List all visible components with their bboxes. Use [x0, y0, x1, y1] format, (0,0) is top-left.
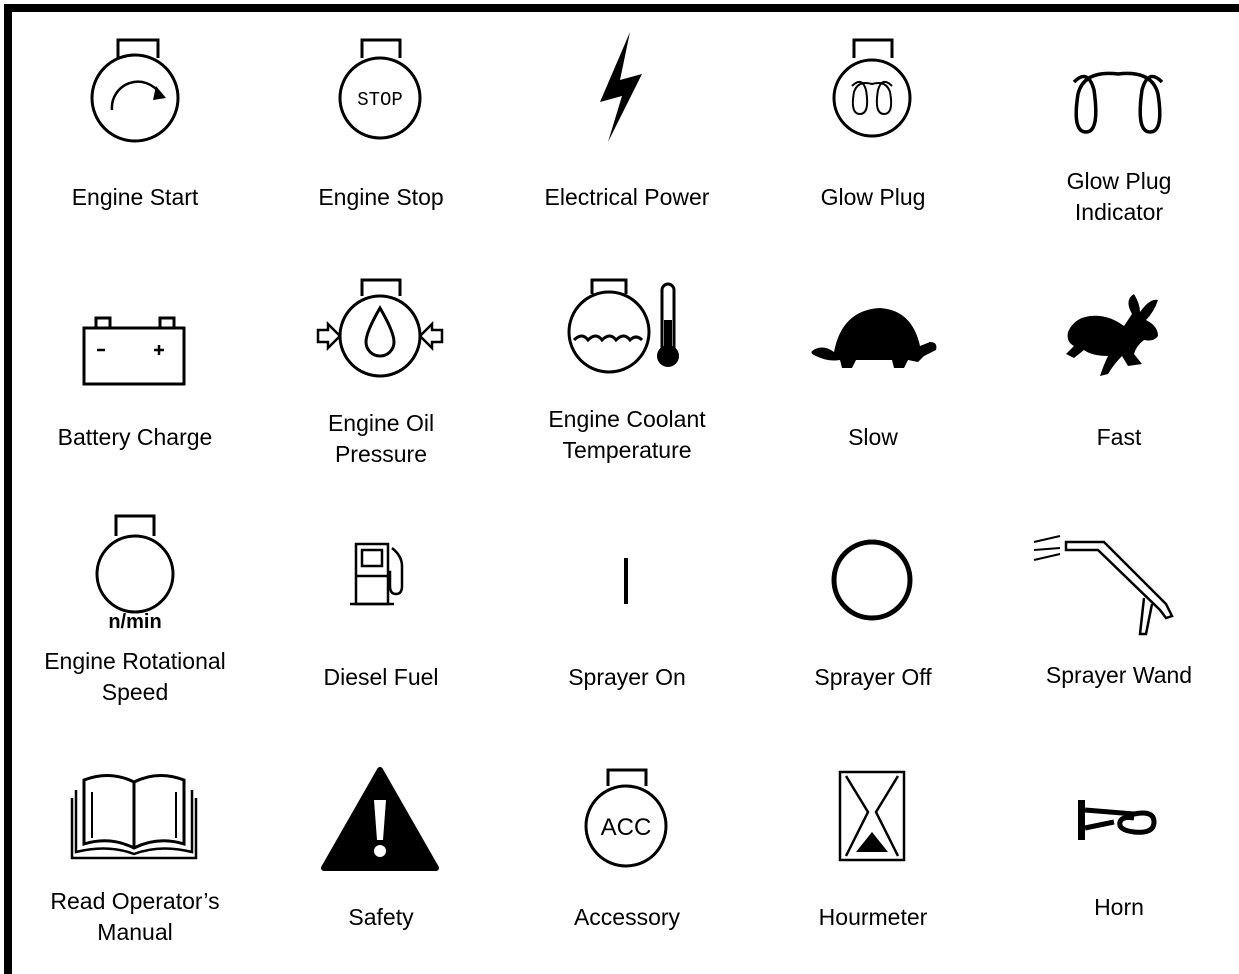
oil-pressure-icon [266, 270, 496, 410]
symbol-fast: Fast [1004, 270, 1234, 500]
accessory-icon-text: ACC [601, 814, 652, 841]
symbol-battery-charge: Battery Charge [20, 270, 250, 500]
symbol-accessory: ACC Accessory [512, 740, 742, 970]
symbol-sprayer-wand: Sprayer Wand [1004, 500, 1234, 730]
turtle-icon [758, 280, 988, 420]
label-engine-oil-pressure: Engine Oil Pressure [327, 410, 435, 467]
symbol-engine-oil-pressure: Engine Oil Pressure [266, 270, 496, 500]
lightning-bolt-icon [512, 20, 742, 160]
label-fast: Fast [1096, 424, 1142, 450]
label-sprayer-wand: Sprayer Wand [1045, 662, 1193, 688]
label-sprayer-off: Sprayer Off [814, 664, 932, 690]
label-read-operators-manual: Read Operator’s Manual [50, 888, 220, 945]
symbol-sprayer-on: Sprayer On [512, 500, 742, 730]
hourglass-icon [758, 740, 988, 880]
label-safety: Safety [348, 904, 414, 930]
symbol-engine-start: Engine Start [20, 20, 250, 250]
symbol-engine-coolant-temperature: Engine Coolant Temperature [512, 270, 742, 500]
symbol-hourmeter: Hourmeter [758, 740, 988, 970]
label-slow: Slow [848, 424, 898, 450]
horn-icon [1004, 750, 1234, 890]
open-book-icon [20, 740, 250, 880]
coolant-temperature-icon [512, 270, 742, 410]
glow-plug-coil-icon [1004, 20, 1234, 160]
symbol-glow-plug-indicator: Glow Plug Indicator [1004, 20, 1234, 250]
battery-icon [20, 280, 250, 420]
symbol-glow-plug: Glow Plug [758, 20, 988, 250]
glow-plug-engine-icon [758, 20, 988, 160]
label-engine-stop: Engine Stop [318, 184, 444, 210]
label-engine-rotational-speed: Engine Rotational Speed [44, 648, 226, 705]
engine-stop-icon-text: STOP [357, 89, 403, 111]
label-diesel-fuel: Diesel Fuel [323, 664, 439, 690]
warning-triangle-icon [266, 740, 496, 880]
symbol-sprayer-off: Sprayer Off [758, 500, 988, 730]
symbol-safety: Safety [266, 740, 496, 970]
engine-stop-icon: STOP [266, 20, 496, 160]
label-accessory: Accessory [573, 904, 681, 930]
engine-start-icon [20, 20, 250, 160]
symbol-horn: Horn [1004, 740, 1234, 970]
label-engine-start: Engine Start [71, 184, 199, 210]
label-hourmeter: Hourmeter [818, 904, 928, 930]
symbol-slow: Slow [758, 270, 988, 500]
label-horn: Horn [1094, 894, 1144, 920]
symbol-engine-rotational-speed: n/min Engine Rotational Speed [20, 500, 250, 730]
on-line-icon [512, 500, 742, 640]
label-battery-charge: Battery Charge [57, 424, 213, 450]
sprayer-wand-icon [1004, 500, 1234, 640]
symbol-read-operators-manual: Read Operator’s Manual [20, 740, 250, 970]
label-glow-plug-indicator: Glow Plug Indicator [1066, 168, 1172, 225]
engine-speed-icon-text: n/min [108, 611, 161, 633]
label-electrical-power: Electrical Power [544, 184, 710, 210]
symbol-diesel-fuel: Diesel Fuel [266, 500, 496, 730]
accessory-icon: ACC [512, 740, 742, 880]
symbol-electrical-power: Electrical Power [512, 20, 742, 250]
label-glow-plug: Glow Plug [820, 184, 926, 210]
off-circle-icon [758, 500, 988, 640]
label-engine-coolant-temperature: Engine Coolant Temperature [548, 406, 706, 463]
label-sprayer-on: Sprayer On [568, 664, 686, 690]
rabbit-icon [1004, 270, 1234, 410]
symbol-engine-stop: STOP Engine Stop [266, 20, 496, 250]
fuel-pump-icon [266, 500, 496, 640]
engine-speed-icon: n/min [20, 500, 250, 640]
